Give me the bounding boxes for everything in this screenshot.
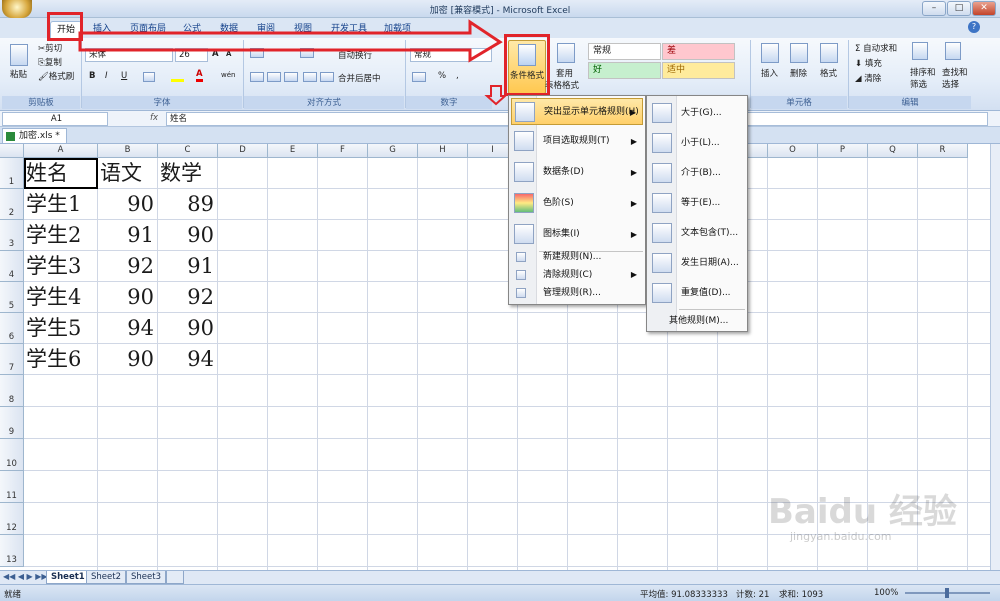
greater-than-icon <box>652 103 672 123</box>
status-count: 计数: 21 <box>736 590 770 600</box>
between-icon <box>652 163 672 183</box>
icon-sets-icon <box>514 224 534 244</box>
sheet-tab-1[interactable]: Sheet1 <box>46 571 90 584</box>
menu-item-clear-rules[interactable]: 清除规则(C) ▶ <box>511 266 643 284</box>
status-ready: 就绪 <box>4 590 22 600</box>
sheet-tab-bar: ◀◀ ◀ ▶ ▶▶ Sheet1 Sheet2 Sheet3 <box>0 570 1000 584</box>
menu-item-data-bars[interactable]: 数据条(D) ▶ <box>511 159 643 186</box>
color-scales-icon <box>514 193 534 213</box>
duplicate-values-icon <box>652 283 672 303</box>
menu-item-greater-than[interactable]: 大于(G)... <box>649 100 745 127</box>
manage-rules-icon <box>516 288 526 298</box>
menu-item-text-contains[interactable]: 文本包含(T)... <box>649 220 745 247</box>
annotation-arrows <box>78 19 657 254</box>
data-bars-icon <box>514 162 534 182</box>
text-contains-icon <box>652 223 672 243</box>
menu-item-equal-to[interactable]: 等于(E)... <box>649 190 745 217</box>
menu-item-icon-sets[interactable]: 图标集(I) ▶ <box>511 221 643 248</box>
status-average: 平均值: 91.08333333 <box>640 590 728 600</box>
sheet-tab-3[interactable]: Sheet3 <box>126 571 166 584</box>
menu-item-between[interactable]: 介于(B)... <box>649 160 745 187</box>
menu-item-more-rules[interactable]: 其他规则(M)... <box>649 312 745 330</box>
menu-item-new-rule[interactable]: 新建规则(N)... <box>511 248 643 266</box>
menu-item-date-occurring[interactable]: 发生日期(A)... <box>649 250 745 277</box>
conditional-format-menu: 突出显示单元格规则(H) ▶ 项目选取规则(T) ▶ 数据条(D) ▶ 色阶(S) ▶ … <box>508 95 646 305</box>
less-than-icon <box>652 133 672 153</box>
arrow-right <box>78 19 503 63</box>
zoom-level[interactable]: 100% <box>874 588 898 598</box>
new-rule-icon <box>516 252 526 262</box>
highlight-rules-submenu: 大于(G)... 小于(L)... 介于(B)... 等于(E)... 文本包含… <box>646 95 748 332</box>
insert-sheet-icon[interactable] <box>166 571 184 584</box>
menu-item-manage-rules[interactable]: 管理规则(R)... <box>511 284 643 302</box>
menu-item-highlight-rules[interactable]: 突出显示单元格规则(H) ▶ <box>511 98 643 125</box>
status-bar: 就绪 平均值: 91.08333333 计数: 21 求和: 1093 100% <box>0 584 1000 601</box>
top-bottom-icon <box>514 131 534 151</box>
highlight-rules-icon <box>515 102 535 122</box>
menu-divider <box>679 309 745 310</box>
menu-item-less-than[interactable]: 小于(L)... <box>649 130 745 157</box>
clear-rules-icon <box>516 270 526 280</box>
status-sum: 求和: 1093 <box>779 590 824 600</box>
date-occurring-icon <box>652 253 672 273</box>
zoom-slider-thumb[interactable] <box>945 588 949 598</box>
menu-item-duplicate-values[interactable]: 重复值(D)... <box>649 280 745 307</box>
sheet-nav-arrows[interactable]: ◀◀ ◀ ▶ ▶▶ <box>3 572 48 581</box>
equal-to-icon <box>652 193 672 213</box>
menu-item-top-bottom-rules[interactable]: 项目选取规则(T) ▶ <box>511 128 643 155</box>
menu-item-color-scales[interactable]: 色阶(S) ▶ <box>511 190 643 217</box>
sheet-tab-2[interactable]: Sheet2 <box>86 571 126 584</box>
arrow-small-down <box>484 85 508 106</box>
